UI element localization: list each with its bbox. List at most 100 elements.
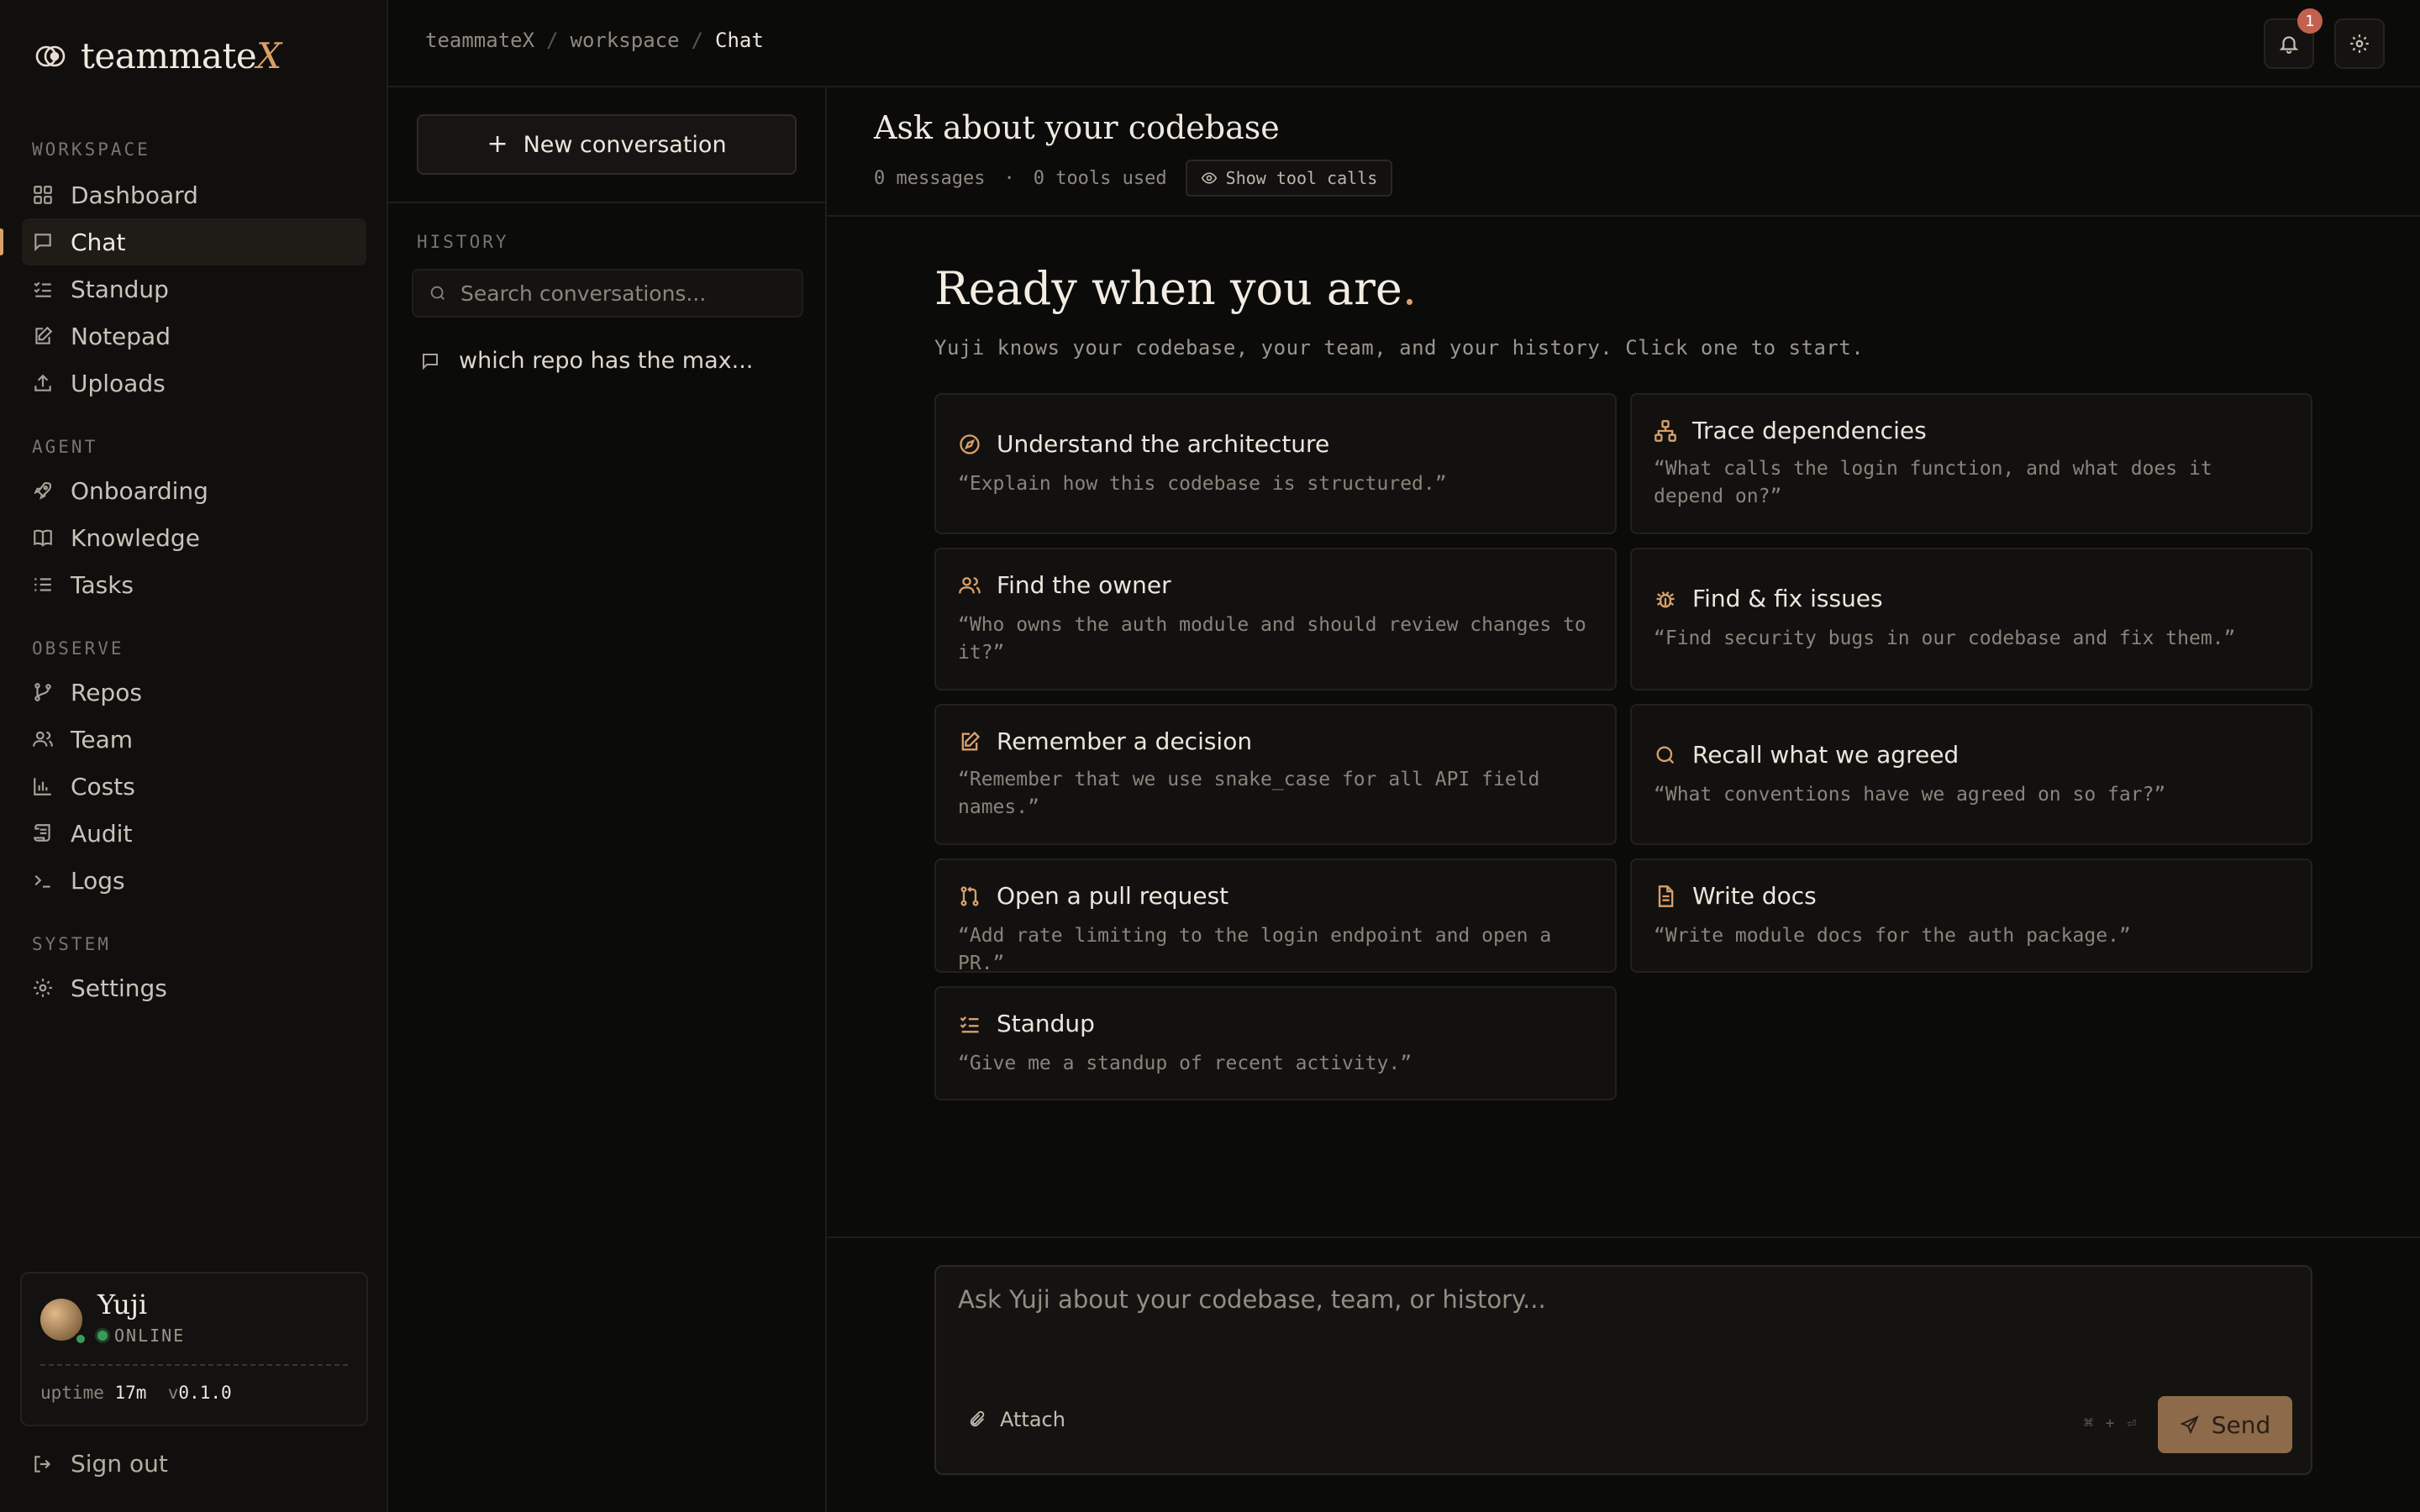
- breadcrumb: teammateX / workspace / Chat: [425, 29, 764, 52]
- card-prompt: “Remember that we use snake_case for all…: [958, 769, 1540, 818]
- sidebar-item-logs[interactable]: Logs: [22, 857, 366, 904]
- sidebar-item-costs[interactable]: Costs: [22, 763, 366, 810]
- send-label: Send: [2211, 1410, 2271, 1439]
- card-header: Trace dependencies: [1654, 417, 1927, 444]
- rocket-icon: [34, 481, 52, 500]
- new-conversation-button[interactable]: + New conversation: [417, 114, 797, 175]
- card-prompt: “Explain how this codebase is structured…: [958, 473, 1447, 495]
- upload-icon: [34, 374, 51, 391]
- bug-icon: [1656, 591, 1675, 607]
- divider: [388, 202, 825, 203]
- sidebar-item-repos[interactable]: Repos: [22, 669, 366, 716]
- edit-icon: [961, 731, 981, 750]
- sidebar-item-chat[interactable]: Chat: [22, 218, 366, 265]
- suggestion-card-write-docs[interactable]: Write docs “Write module docs for the au…: [1630, 858, 2312, 973]
- breadcrumb-item[interactable]: teammateX: [425, 29, 534, 52]
- uptime-value: 17m: [114, 1383, 147, 1403]
- git-branch-icon: [34, 683, 51, 701]
- sidebar-item-dashboard[interactable]: Dashboard: [22, 171, 366, 218]
- search-conversations: [412, 269, 803, 318]
- sign-out-button[interactable]: Sign out: [32, 1450, 168, 1478]
- card-prompt: “What calls the login function, and what…: [1654, 458, 2212, 507]
- sidebar-item-label: Settings: [71, 974, 167, 1002]
- card-title: Understand the architecture: [997, 430, 1330, 458]
- chat-meta: 0 messages · 0 tools used Show tool call…: [874, 160, 1393, 197]
- breadcrumb-current: Chat: [715, 29, 764, 52]
- user-name: Yuji: [97, 1289, 148, 1320]
- sign-out-label: Sign out: [71, 1450, 168, 1478]
- sidebar-item-label: Uploads: [71, 369, 166, 397]
- suggestion-card-remember[interactable]: Remember a decision “Remember that we us…: [934, 704, 1617, 845]
- message-count: 0 messages: [874, 167, 986, 189]
- user-card[interactable]: Yuji ONLINE uptime 17m v0.1.0: [20, 1272, 368, 1426]
- chat-header: Ask about your codebase 0 messages · 0 t…: [827, 87, 2420, 217]
- edit-icon: [35, 326, 53, 344]
- card-title: Find the owner: [997, 571, 1171, 599]
- suggestion-card-fix-issues[interactable]: Find & fix issues “Find security bugs in…: [1630, 548, 2312, 690]
- card-header: Find the owner: [958, 571, 1171, 599]
- pull-request-icon: [960, 885, 979, 906]
- user-status-label: ONLINE: [114, 1326, 186, 1346]
- notification-badge: 1: [2297, 8, 2323, 34]
- card-title: Trace dependencies: [1692, 417, 1927, 444]
- send-button[interactable]: Send: [2158, 1396, 2292, 1453]
- logo-icon: [35, 45, 66, 66]
- card-header: Find & fix issues: [1654, 585, 1883, 612]
- card-header: Write docs: [1654, 882, 1817, 910]
- breadcrumb-item[interactable]: workspace: [571, 29, 680, 52]
- card-prompt: “Find security bugs in our codebase and …: [1654, 627, 2236, 649]
- card-title: Open a pull request: [997, 882, 1229, 910]
- divider: [40, 1364, 348, 1366]
- search-input[interactable]: [459, 280, 781, 307]
- suggestion-card-dependencies[interactable]: Trace dependencies “What calls the login…: [1630, 393, 2312, 534]
- message-input[interactable]: [956, 1284, 2287, 1379]
- sidebar-item-team[interactable]: Team: [22, 716, 366, 763]
- attach-button[interactable]: Attach: [968, 1408, 1065, 1431]
- card-header: Remember a decision: [958, 727, 1252, 755]
- hero-subtitle: Yuji knows your codebase, your team, and…: [934, 336, 1865, 360]
- version-prefix: v: [167, 1383, 179, 1403]
- sidebar-item-audit[interactable]: Audit: [22, 810, 366, 857]
- users-icon: [33, 731, 53, 747]
- conversation-title: which repo has the max...: [459, 348, 754, 374]
- gear-icon: [2350, 34, 2369, 53]
- suggestion-card-recall[interactable]: Recall what we agreed “What conventions …: [1630, 704, 2312, 845]
- sidebar: teammateX WORKSPACE Dashboard Chat Stand…: [0, 0, 388, 1512]
- sidebar-item-onboarding[interactable]: Onboarding: [22, 467, 366, 514]
- conversation-item[interactable]: which repo has the max...: [420, 348, 753, 374]
- settings-button[interactable]: [2334, 18, 2385, 69]
- card-prompt: “Add rate limiting to the login endpoint…: [958, 925, 1552, 974]
- sitemap-icon: [1655, 419, 1676, 442]
- sidebar-item-label: Team: [71, 725, 134, 753]
- gear-icon: [34, 979, 52, 997]
- file-text-icon: [1658, 885, 1674, 907]
- card-header: Recall what we agreed: [1654, 741, 1959, 769]
- sidebar-item-knowledge[interactable]: Knowledge: [22, 514, 366, 561]
- suggestion-card-architecture[interactable]: Understand the architecture “Explain how…: [934, 393, 1617, 534]
- sidebar-item-uploads[interactable]: Uploads: [22, 360, 366, 407]
- terminal-icon: [34, 874, 50, 888]
- sidebar-item-label: Logs: [71, 866, 125, 895]
- sidebar-item-label: Knowledge: [71, 523, 200, 552]
- show-tool-calls-button[interactable]: Show tool calls: [1185, 160, 1393, 197]
- card-prompt: “Who owns the auth module and should rev…: [958, 614, 1586, 664]
- conversation-panel: + New conversation HISTORY which repo ha…: [388, 87, 827, 1512]
- meta-separator: ·: [1003, 167, 1015, 189]
- app-logo[interactable]: teammateX: [34, 35, 281, 76]
- sidebar-item-notepad[interactable]: Notepad: [22, 312, 366, 360]
- suggestion-card-owner[interactable]: Find the owner “Who owns the auth module…: [934, 548, 1617, 690]
- suggestion-card-standup[interactable]: Standup “Give me a standup of recent act…: [934, 986, 1617, 1100]
- checklist-icon: [960, 1016, 979, 1032]
- card-prompt: “Write module docs for the auth package.…: [1654, 925, 2131, 947]
- sidebar-item-standup[interactable]: Standup: [22, 265, 366, 312]
- sidebar-item-label: Standup: [71, 275, 169, 303]
- message-icon: [423, 353, 438, 370]
- section-label-workspace: WORKSPACE: [32, 139, 150, 160]
- suggestion-card-pull-request[interactable]: Open a pull request “Add rate limiting t…: [934, 858, 1617, 974]
- version-value: 0.1.0: [178, 1383, 232, 1403]
- section-label-system: SYSTEM: [32, 934, 111, 954]
- sidebar-item-settings[interactable]: Settings: [22, 964, 366, 1011]
- section-label-observe: OBSERVE: [32, 638, 124, 659]
- sidebar-item-label: Dashboard: [71, 181, 198, 209]
- sidebar-item-tasks[interactable]: Tasks: [22, 561, 366, 608]
